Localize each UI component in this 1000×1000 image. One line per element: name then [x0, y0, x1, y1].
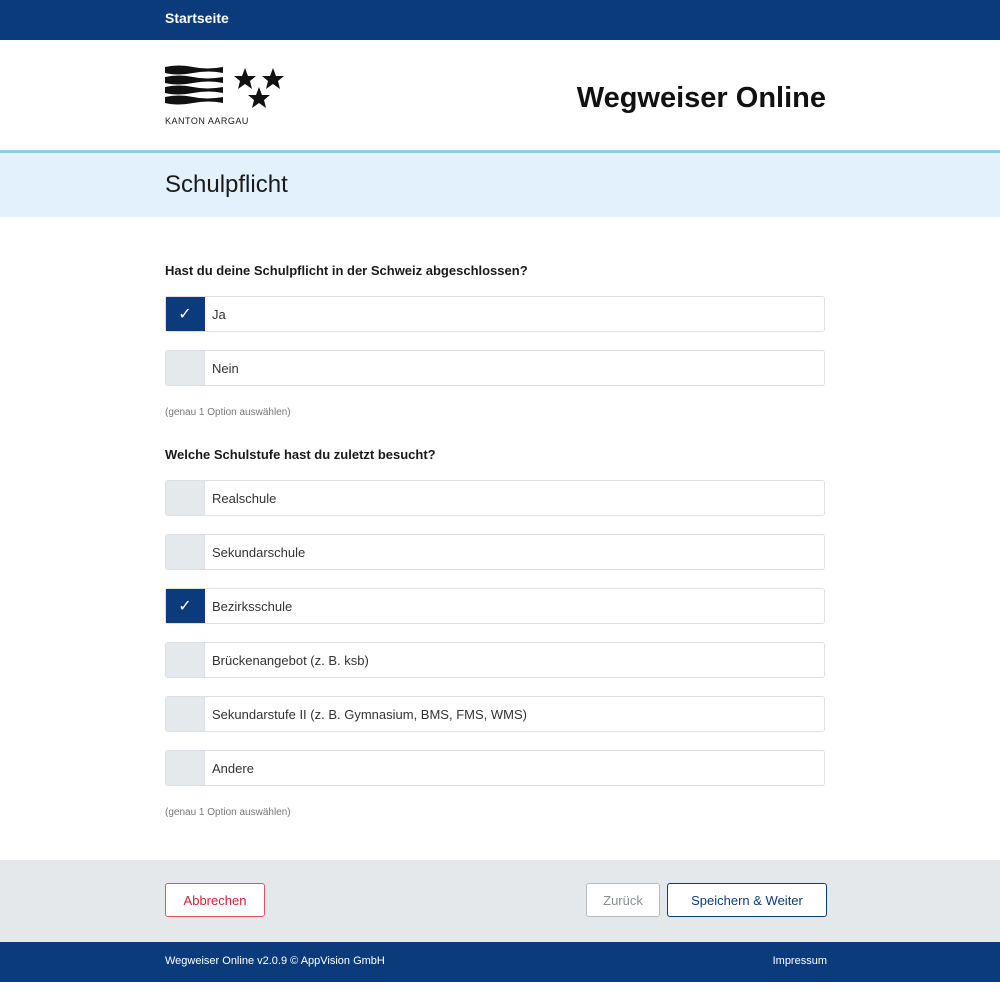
checkbox[interactable]: ✓ [166, 697, 205, 731]
option-label: Sekundarschule [212, 545, 306, 560]
checkbox[interactable]: ✓ [166, 481, 205, 515]
option-bezirksschule[interactable]: ✓ Bezirksschule [165, 588, 825, 624]
question-1-hint: (genau 1 Option auswählen) [165, 407, 291, 418]
option-sekundarstufe-ii[interactable]: ✓ Sekundarstufe II (z. B. Gymnasium, BMS… [165, 696, 825, 732]
footer-copyright: Wegweiser Online v2.0.9 © AppVision GmbH [165, 955, 385, 967]
header: KANTON AARGAU Wegweiser Online [0, 40, 1000, 150]
option-label: Bezirksschule [212, 599, 293, 614]
home-link[interactable]: Startseite [165, 10, 229, 26]
top-nav-bar: Startseite [0, 0, 1000, 40]
option-sekundarschule[interactable]: ✓ Sekundarschule [165, 534, 825, 570]
cancel-button[interactable]: Abbrechen [165, 883, 265, 917]
option-nein[interactable]: ✓ Nein [165, 350, 825, 386]
option-label: Ja [212, 307, 226, 322]
back-button[interactable]: Zurück [586, 883, 660, 917]
checkbox[interactable]: ✓ [166, 751, 205, 785]
app-title: Wegweiser Online [576, 82, 826, 114]
option-label: Sekundarstufe II (z. B. Gymnasium, BMS, … [212, 707, 527, 722]
question-2-hint: (genau 1 Option auswählen) [165, 807, 291, 818]
impressum-link[interactable]: Impressum [773, 955, 827, 967]
option-realschule[interactable]: ✓ Realschule [165, 480, 825, 516]
page-title-band: Schulpflicht [0, 150, 1000, 217]
option-brueckenangebot[interactable]: ✓ Brückenangebot (z. B. ksb) [165, 642, 825, 678]
option-label: Nein [212, 361, 239, 376]
option-ja[interactable]: ✓ Ja [165, 296, 825, 332]
question-2-label: Welche Schulstufe hast du zuletzt besuch… [165, 447, 436, 462]
checkmark-icon: ✓ [178, 304, 192, 323]
option-label: Brückenangebot (z. B. ksb) [212, 653, 369, 668]
checkbox[interactable]: ✓ [166, 297, 205, 331]
option-label: Andere [212, 761, 254, 776]
checkmark-icon: ✓ [178, 596, 192, 615]
option-andere[interactable]: ✓ Andere [165, 750, 825, 786]
option-label: Realschule [212, 491, 277, 506]
checkbox[interactable]: ✓ [166, 535, 205, 569]
question-1-label: Hast du deine Schulpflicht in der Schwei… [165, 263, 528, 278]
page-title: Schulpflicht [165, 171, 288, 198]
save-and-next-button[interactable]: Speichern & Weiter [667, 883, 827, 917]
logo-text: KANTON AARGAU [165, 116, 249, 126]
checkbox[interactable]: ✓ [166, 589, 205, 623]
checkbox[interactable]: ✓ [166, 351, 205, 385]
footer-bar: Wegweiser Online v2.0.9 © AppVision GmbH… [0, 942, 1000, 982]
checkbox[interactable]: ✓ [166, 643, 205, 677]
action-bar: Abbrechen Zurück Speichern & Weiter [0, 860, 1000, 942]
